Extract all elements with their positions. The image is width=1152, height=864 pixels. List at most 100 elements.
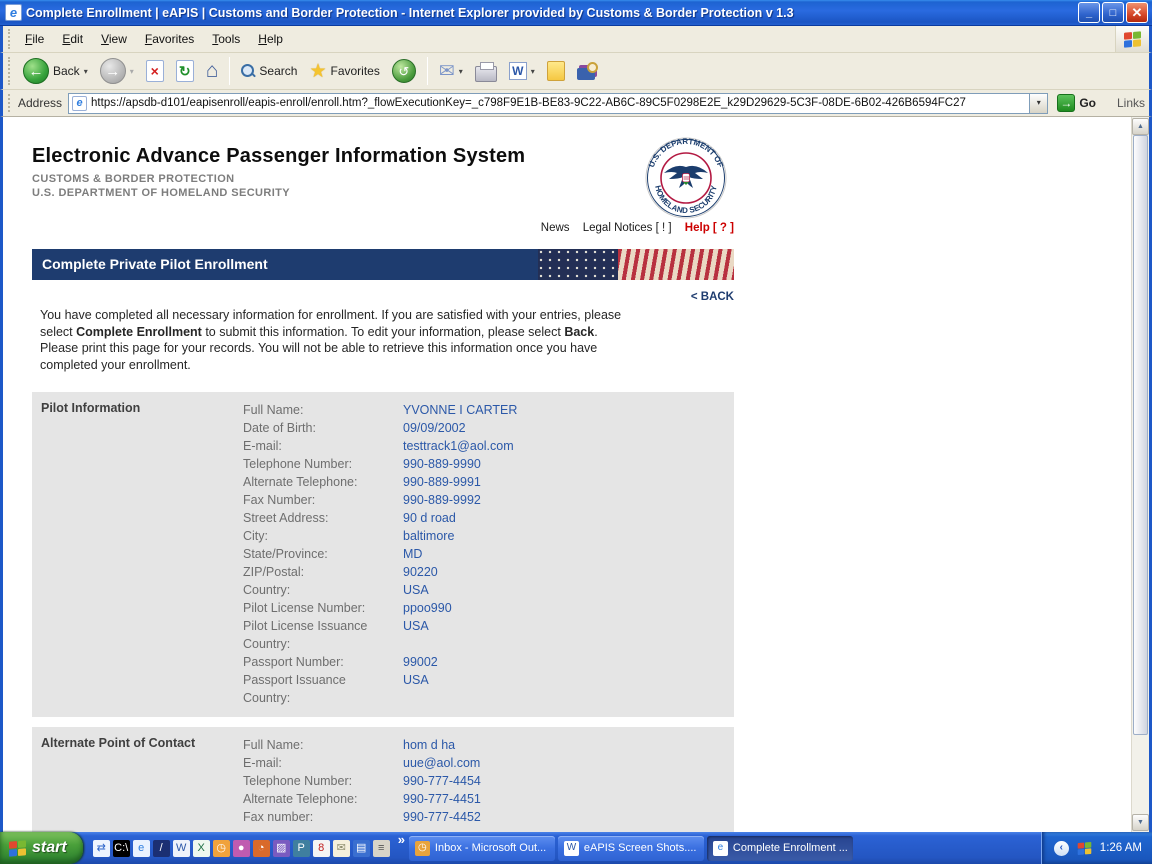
address-dropdown-icon[interactable]: ▾ xyxy=(1029,93,1048,113)
intro-paragraph: You have completed all necessary informa… xyxy=(40,308,622,372)
field-row: Street Address: 90 d road xyxy=(243,509,734,527)
internet-explorer-icon[interactable]: e xyxy=(132,839,150,857)
window-title: Complete Enrollment | eAPIS | Customs an… xyxy=(26,5,794,20)
word-icon: W xyxy=(508,62,527,80)
command-prompt-icon[interactable]: C:\ xyxy=(112,839,130,857)
field-label: Pilot License Number: xyxy=(243,601,366,615)
home-button[interactable]: ⌂ xyxy=(201,58,224,84)
stationery-icon[interactable]: ✉ xyxy=(332,839,350,857)
field-value: 990-777-4454 xyxy=(403,774,481,788)
taskbar-button-outlook[interactable]: ◷ Inbox - Microsoft Out... xyxy=(408,835,555,861)
timer-icon[interactable]: ◔ xyxy=(252,839,270,857)
field-row: E-mail: uue@aol.com xyxy=(243,754,734,772)
research-books-icon xyxy=(576,62,598,80)
alternate-point-of-contact-section: Alternate Point of Contact Full Name: hom… xyxy=(32,727,734,832)
address-grip[interactable] xyxy=(8,94,13,112)
taskbar-button-word[interactable]: WeAPIS Screen Shots.... xyxy=(557,835,704,861)
field-label: Pilot License Issuance Country: xyxy=(243,619,368,651)
clock: 1:26 AM xyxy=(1099,842,1142,854)
field-value: USA xyxy=(403,583,429,597)
scroll-down-icon[interactable]: ▼ xyxy=(1132,814,1149,831)
quicklaunch-overflow-icon[interactable]: » xyxy=(398,832,405,864)
field-value: uue@aol.com xyxy=(403,756,481,770)
publisher-icon[interactable]: P xyxy=(292,839,310,857)
key-icon[interactable]: ● xyxy=(232,839,250,857)
address-input[interactable]: e https://apsdb-d101/eapisenroll/eapis-e… xyxy=(68,92,1049,114)
dhs-seal: U.S. DEPARTMENT OF HOMELAND SECURITY xyxy=(645,137,727,219)
print-button[interactable] xyxy=(470,59,502,84)
menu-item-help[interactable]: Help xyxy=(249,29,292,49)
excel-icon[interactable]: X xyxy=(192,839,210,857)
refresh-button[interactable]: ↻ xyxy=(171,58,199,84)
internet-explorer-icon: e xyxy=(712,840,728,856)
mail-button[interactable]: ✉ ▾ xyxy=(434,58,468,85)
forward-button[interactable]: → ▾ xyxy=(95,56,139,86)
pen-icon[interactable]: / xyxy=(152,839,170,857)
address-url[interactable]: https://apsdb-d101/eapisenroll/eapis-enr… xyxy=(91,97,1029,109)
research-button[interactable] xyxy=(572,60,602,82)
favorites-button[interactable]: ★ Favorites xyxy=(304,58,384,85)
tray-chevron-icon[interactable]: ‹ xyxy=(1053,840,1069,856)
field-row: Country: USA xyxy=(243,581,734,599)
tray-windows-icon[interactable] xyxy=(1077,841,1092,855)
menu-item-file[interactable]: File xyxy=(16,29,53,49)
sync-icon[interactable]: ⇄ xyxy=(92,839,110,857)
field-row: Alternate Telephone: 990-889-9991 xyxy=(243,473,734,491)
minimize-button[interactable]: _ xyxy=(1078,2,1100,23)
menu-grip[interactable] xyxy=(8,28,13,50)
menu-item-favorites[interactable]: Favorites xyxy=(136,29,203,49)
history-icon: ↺ xyxy=(391,59,416,83)
field-row: Telephone Number: 990-777-4454 xyxy=(243,772,734,790)
taskbar-button-label: eAPIS Screen Shots.... xyxy=(583,842,697,854)
search-icon xyxy=(241,64,255,78)
field-row: Full Name: YVONNE I CARTER xyxy=(243,401,734,419)
legal-notices-link[interactable]: Legal Notices [ ! ] xyxy=(583,222,672,234)
news-link[interactable]: News xyxy=(541,222,570,234)
quick-launch: ⇄ C:\ e / W X ◷ ● ◔ ▨ P 8 ✉ ▤ ≡ xyxy=(83,832,394,864)
word-icon[interactable]: W xyxy=(172,839,190,857)
messenger-button[interactable] xyxy=(542,59,570,83)
maximize-button[interactable]: □ xyxy=(1102,2,1124,23)
field-label: Date of Birth: xyxy=(243,421,316,435)
links-toolbar[interactable]: Links xyxy=(1106,96,1145,110)
field-label: City: xyxy=(243,529,268,543)
menu-item-view[interactable]: View xyxy=(92,29,136,49)
start-button[interactable]: start xyxy=(0,832,83,864)
utility-links: News Legal Notices [ ! ] Help [ ? ] xyxy=(531,222,734,234)
field-value: 90 d road xyxy=(403,511,456,525)
taskbar-button-internet-explorer[interactable]: e Complete Enrollment ... xyxy=(706,835,853,861)
mail-dropdown-icon[interactable]: ▾ xyxy=(459,67,463,76)
back-link[interactable]: < BACK xyxy=(691,291,734,303)
go-arrow-icon: → xyxy=(1057,94,1076,112)
back-button[interactable]: ← Back ▾ xyxy=(18,56,93,86)
photo-icon[interactable]: ▨ xyxy=(272,839,290,857)
vertical-scrollbar[interactable]: ▲ ▼ xyxy=(1131,117,1149,832)
outlook-clock-icon[interactable]: ◷ xyxy=(212,839,230,857)
fax-icon[interactable]: ≡ xyxy=(372,839,390,857)
stop-button[interactable]: × xyxy=(141,58,169,84)
word-dropdown-icon[interactable]: ▾ xyxy=(531,67,535,76)
alternate-contact-rows: Full Name: hom d ha E-mail: uue@aol.com Tele… xyxy=(243,736,734,826)
edit-with-word-button[interactable]: W ▾ xyxy=(504,60,540,82)
field-row: Passport Number: 99002 xyxy=(243,653,734,671)
toolbar-grip[interactable] xyxy=(8,56,13,86)
scrollbar-thumb[interactable] xyxy=(1133,135,1148,735)
help-link[interactable]: Help [ ? ] xyxy=(685,222,734,234)
book-icon[interactable]: ▤ xyxy=(352,839,370,857)
back-dropdown-icon[interactable]: ▾ xyxy=(84,67,88,76)
close-button[interactable]: ✕ xyxy=(1126,2,1148,23)
address-bar: Address e https://apsdb-d101/eapisenroll… xyxy=(0,90,1152,117)
menu-item-tools[interactable]: Tools xyxy=(203,29,249,49)
field-label: Street Address: xyxy=(243,511,329,525)
go-button[interactable]: → Go xyxy=(1053,93,1100,113)
history-button[interactable]: ↺ xyxy=(387,57,421,85)
toolbar: ← Back ▾ → ▾ × ↻ ⌂ Search ★ Favorites ↺ xyxy=(0,53,1152,90)
diamond-8-icon[interactable]: 8 xyxy=(312,839,330,857)
field-row: Passport Issuance Country: USA xyxy=(243,671,734,707)
scroll-up-icon[interactable]: ▲ xyxy=(1132,118,1149,135)
field-row: Fax number: 990-777-4452 xyxy=(243,808,734,826)
field-label: Telephone Number: xyxy=(243,774,353,788)
org-line-1: CUSTOMS & BORDER PROTECTION xyxy=(32,173,235,185)
menu-item-edit[interactable]: Edit xyxy=(53,29,92,49)
search-button[interactable]: Search xyxy=(236,62,302,80)
